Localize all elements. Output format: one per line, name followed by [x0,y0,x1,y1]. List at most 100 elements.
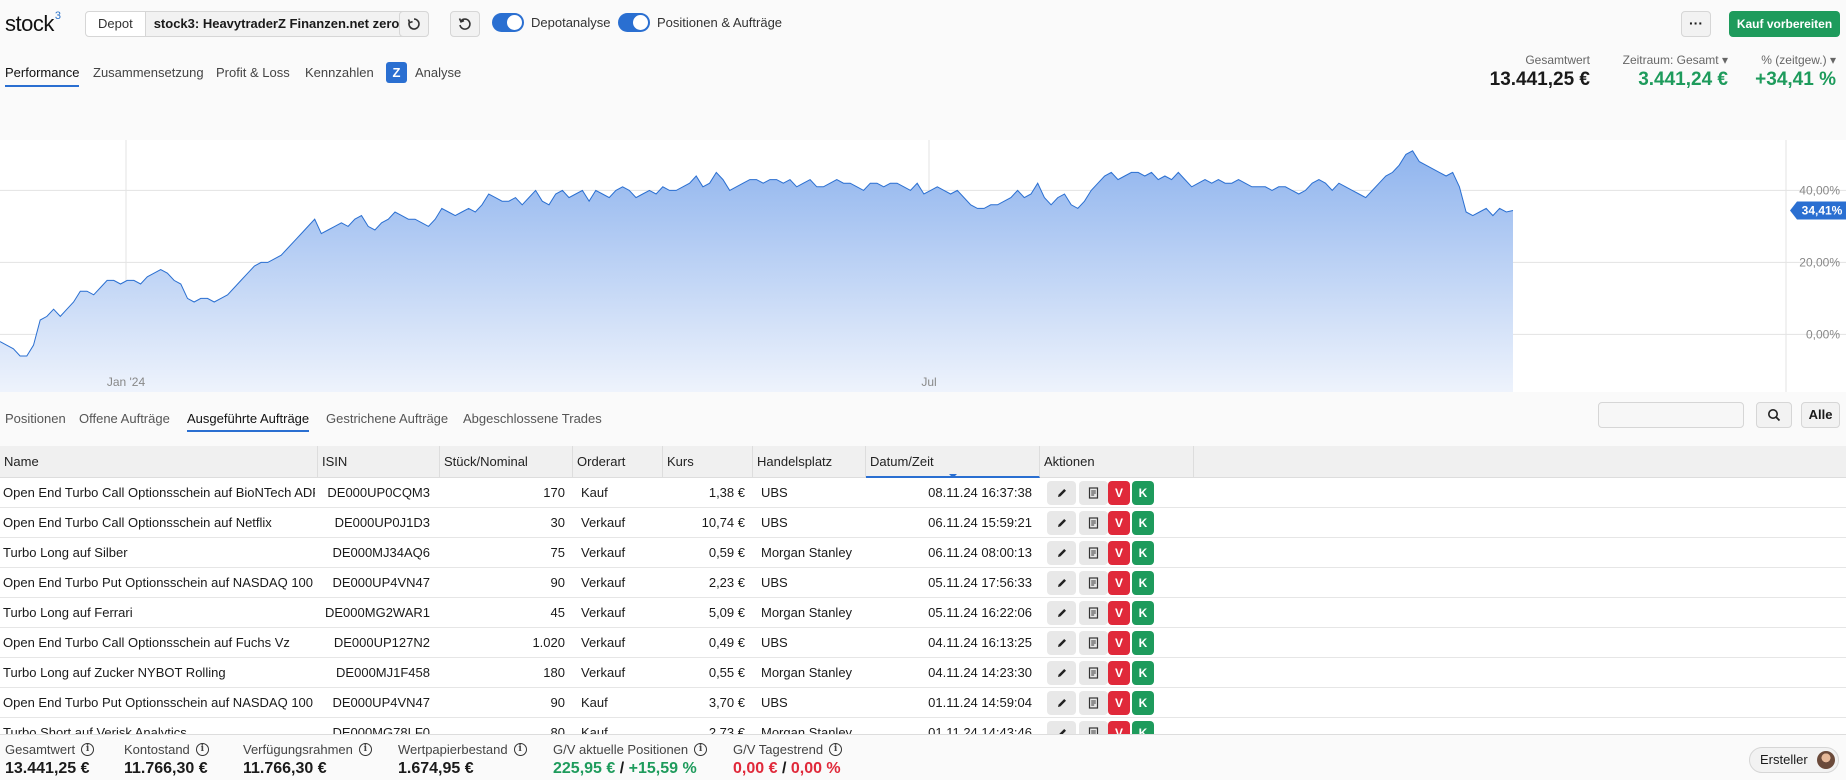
toggle-switch[interactable] [618,13,650,32]
edit-button[interactable] [1047,691,1076,715]
sell-button[interactable]: V [1108,661,1130,685]
tab-analyse[interactable]: Analyse [415,65,461,85]
table-row[interactable]: Turbo Long auf Ferrari DE000MG2WAR1 45 Verk… [0,598,1846,628]
tab-ausgefuehrte-auftraege[interactable]: Ausgeführte Aufträge [187,411,310,432]
tab-abgeschlossene-trades[interactable]: Abgeschlossene Trades [463,411,602,430]
receipt-button[interactable] [1079,601,1108,625]
sell-button[interactable]: V [1108,691,1130,715]
toggle-positionen[interactable]: Positionen & Aufträge [618,13,782,32]
buy-row-button[interactable]: K [1132,631,1154,655]
col-name[interactable]: Name [0,446,318,478]
edit-button[interactable] [1047,481,1076,505]
sell-button[interactable]: V [1108,511,1130,535]
tab-profit-loss[interactable]: Profit & Loss [216,65,290,85]
pencil-icon [1057,669,1066,677]
reset-button[interactable] [450,11,480,37]
cell-datum-zeit: 08.11.24 16:37:38 [928,485,1032,500]
status-footer: Gesamtwert i 13.441,25 € Kontostand i 11.7… [0,734,1846,780]
table-row[interactable]: Turbo Long auf Silber DE000MJ34AQ6 75 Verka… [0,538,1846,568]
table-row[interactable]: Turbo Short auf Verisk Analytics DE000MG7… [0,718,1846,734]
alle-button[interactable]: Alle [1801,402,1840,428]
buy-row-button[interactable]: K [1132,691,1154,715]
col-handelsplatz[interactable]: Handelsplatz [753,446,866,478]
cell-name: Open End Turbo Call Optionsschein auf Fu… [3,635,290,650]
buy-row-button[interactable]: K [1132,541,1154,565]
logo[interactable]: stock3 [5,10,61,37]
receipt-button[interactable] [1079,691,1108,715]
info-icon[interactable]: i [358,743,372,756]
edit-button[interactable] [1047,631,1076,655]
avatar[interactable] [1817,751,1835,769]
receipt-button[interactable] [1079,631,1108,655]
table-row[interactable]: Open End Turbo Call Optionsschein auf Fu… [0,628,1846,658]
info-icon[interactable]: i [513,743,527,756]
edit-button[interactable] [1047,661,1076,685]
cell-name: Open End Turbo Call Optionsschein auf Bi… [3,485,315,500]
buy-row-button[interactable]: K [1132,571,1154,595]
depot-value[interactable]: stock3: HeavytraderZ Finanzen.net zero [145,12,408,36]
receipt-button[interactable] [1079,721,1108,734]
toggle-depotanalyse[interactable]: Depotanalyse [492,13,611,32]
buy-button[interactable]: Kauf vorbereiten [1729,11,1840,37]
table-row[interactable]: Open End Turbo Call Optionsschein auf Bi… [0,478,1846,508]
performance-chart[interactable]: 40,00% 20,00% 0,00% Jan '24 Jul 34,41% [0,140,1846,392]
buy-row-button[interactable]: K [1132,511,1154,535]
edit-button[interactable] [1047,541,1076,565]
receipt-button[interactable] [1079,481,1108,505]
table-row[interactable]: Open End Turbo Call Optionsschein auf Ne… [0,508,1846,538]
buy-row-button[interactable]: K [1132,601,1154,625]
receipt-button[interactable] [1079,541,1108,565]
analyse-logo-icon[interactable]: Z [386,62,407,83]
table-row[interactable]: Turbo Long auf Zucker NYBOT Rolling DE000… [0,658,1846,688]
col-stueck[interactable]: Stück/Nominal [440,446,573,478]
cell-name: Turbo Long auf Zucker NYBOT Rolling [3,665,226,680]
buy-row-button[interactable]: K [1132,481,1154,505]
footer-gv-positionen: G/V aktuelle Positionen i 225,95 € / +15,… [553,742,708,778]
buy-row-button[interactable]: K [1132,721,1154,734]
sell-button[interactable]: V [1108,571,1130,595]
tab-kennzahlen[interactable]: Kennzahlen [305,65,374,85]
sync-button[interactable] [399,11,429,37]
edit-button[interactable] [1047,721,1076,734]
toggle-switch[interactable] [492,13,524,32]
edit-button[interactable] [1047,511,1076,535]
cell-kurs: 1,38 € [708,485,745,500]
info-icon[interactable]: i [195,743,209,756]
table-row[interactable]: Open End Turbo Put Optionsschein auf NAS… [0,688,1846,718]
kpi-zeitraum[interactable]: Zeitraum: Gesamt ▾ 3.441,24 € [1600,53,1728,91]
tab-zusammensetzung[interactable]: Zusammensetzung [93,65,204,85]
ersteller-button[interactable]: Ersteller [1749,747,1839,773]
tab-positionen[interactable]: Positionen [5,411,66,430]
table-row[interactable]: Open End Turbo Put Optionsschein auf NAS… [0,568,1846,598]
receipt-button[interactable] [1079,661,1108,685]
col-isin[interactable]: ISIN [318,446,440,478]
table-header: Name ISIN Stück/Nominal Orderart Kurs Ha… [0,446,1846,478]
col-datum-zeit[interactable]: Datum/Zeit [866,446,1040,478]
tab-performance[interactable]: Performance [5,65,80,87]
col-orderart[interactable]: Orderart [573,446,663,478]
info-icon[interactable]: i [829,743,843,756]
sell-button[interactable]: V [1108,631,1130,655]
search-input[interactable] [1598,402,1744,428]
cell-kurs: 0,55 € [708,665,745,680]
tab-offene-auftraege[interactable]: Offene Aufträge [79,411,170,430]
sell-button[interactable]: V [1108,541,1130,565]
tab-gestrichene-auftraege[interactable]: Gestrichene Aufträge [326,411,448,430]
edit-button[interactable] [1047,571,1076,595]
buy-row-button[interactable]: K [1132,661,1154,685]
col-kurs[interactable]: Kurs [663,446,753,478]
depot-selector[interactable]: Depot stock3: HeavytraderZ Finanzen.net … [85,11,409,37]
sell-button[interactable]: V [1108,721,1130,734]
info-icon[interactable]: i [81,743,95,756]
kpi-percent[interactable]: % (zeitgew.) ▾ +34,41 % [1740,53,1836,91]
more-button[interactable]: ··· [1681,11,1711,37]
receipt-button[interactable] [1079,511,1108,535]
pencil-icon [1057,489,1066,497]
search-button[interactable] [1756,402,1792,428]
edit-button[interactable] [1047,601,1076,625]
sell-button[interactable]: V [1108,481,1130,505]
receipt-button[interactable] [1079,571,1108,595]
pencil-icon [1057,699,1066,707]
info-icon[interactable]: i [694,743,708,756]
sell-button[interactable]: V [1108,601,1130,625]
